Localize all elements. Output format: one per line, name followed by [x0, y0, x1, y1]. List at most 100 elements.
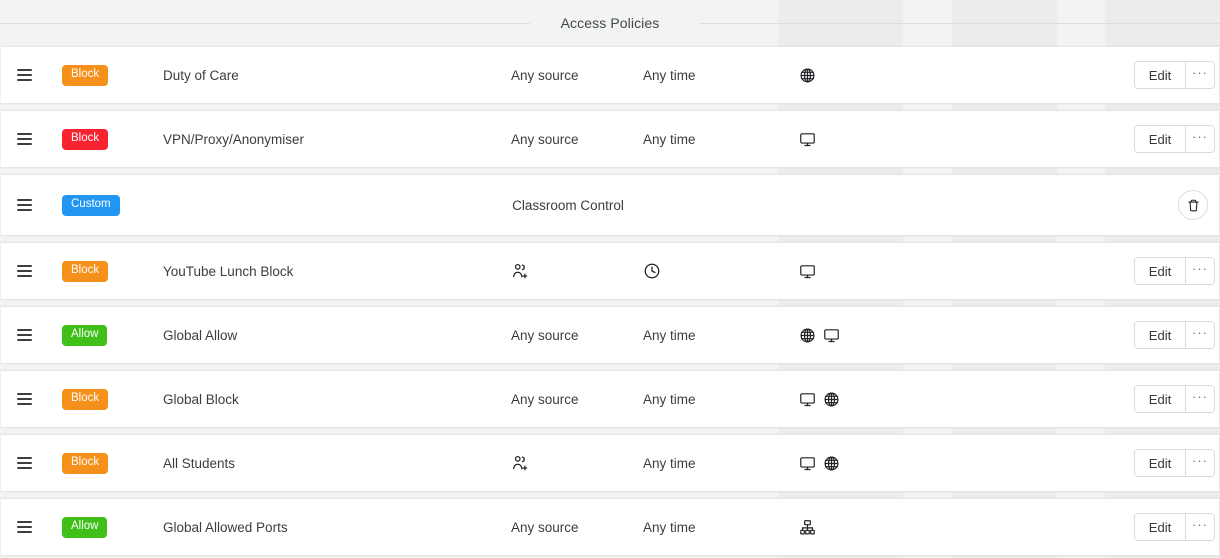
- policy-name-text: All Students: [163, 455, 236, 471]
- policy-time: Any time: [643, 68, 795, 83]
- policy-name: YouTube Lunch Block: [163, 264, 511, 279]
- policy-source: Any source: [511, 392, 643, 407]
- more-options-button[interactable]: ···: [1186, 258, 1214, 284]
- policy-targets: [795, 391, 1089, 408]
- policy-time: Any time: [643, 456, 795, 471]
- table-row[interactable]: Block Duty of Care Any source Any time Edit ·…: [1, 46, 1219, 104]
- status-badge: Allow: [62, 516, 108, 538]
- policy-targets: [795, 263, 1089, 280]
- policy-name: Global Allowed Ports: [163, 520, 511, 535]
- policy-source-text: Any source: [511, 67, 579, 83]
- drag-handle-cell[interactable]: [1, 393, 47, 405]
- policy-source-text: Any source: [511, 391, 579, 407]
- globe-icon: [823, 455, 840, 472]
- row-actions: Edit ···: [1089, 61, 1219, 89]
- policy-time: Any time: [643, 328, 795, 343]
- drag-handle-cell[interactable]: [1, 457, 47, 469]
- globe-icon: [823, 391, 840, 408]
- user-group-icon: [511, 454, 529, 472]
- more-options-button[interactable]: ···: [1186, 514, 1214, 540]
- row-actions: Edit ···: [1089, 449, 1219, 477]
- policy-name-text: Global Allowed Ports: [163, 519, 288, 535]
- section-header: Access Policies: [0, 0, 1220, 46]
- policy-name-text: VPN/Proxy/Anonymiser: [163, 131, 305, 147]
- table-row[interactable]: Custom Classroom Control: [1, 174, 1219, 236]
- delete-button[interactable]: [1178, 190, 1208, 220]
- more-options-button[interactable]: ···: [1186, 62, 1214, 88]
- table-row[interactable]: Allow Global Allow Any source Any time Edit ·…: [1, 306, 1219, 364]
- policy-name: Classroom Control: [163, 198, 1089, 213]
- policy-targets: [795, 455, 1089, 472]
- status-badge: Custom: [62, 194, 120, 216]
- drag-handle-icon[interactable]: [16, 521, 32, 533]
- edit-button[interactable]: Edit: [1135, 450, 1186, 476]
- policy-name: VPN/Proxy/Anonymiser: [163, 132, 511, 147]
- more-options-button[interactable]: ···: [1186, 386, 1214, 412]
- policy-action-cell: Block: [47, 388, 163, 410]
- drag-handle-icon[interactable]: [16, 265, 32, 277]
- more-options-button[interactable]: ···: [1186, 126, 1214, 152]
- more-options-button[interactable]: ···: [1186, 322, 1214, 348]
- policy-time: Any time: [643, 520, 795, 535]
- policy-action-cell: Block: [47, 452, 163, 474]
- globe-icon: [799, 67, 816, 84]
- more-options-button[interactable]: ···: [1186, 450, 1214, 476]
- policy-targets: [795, 131, 1089, 148]
- policy-action-cell: Block: [47, 128, 163, 150]
- row-actions: Edit ···: [1089, 257, 1219, 285]
- table-row[interactable]: Block YouTube Lunch Block Edit ···: [1, 242, 1219, 300]
- drag-handle-cell[interactable]: [1, 69, 47, 81]
- drag-handle-cell[interactable]: [1, 133, 47, 145]
- drag-handle-icon[interactable]: [16, 329, 32, 341]
- page-title: Access Policies: [546, 15, 674, 31]
- policy-source: [511, 454, 643, 472]
- edit-button[interactable]: Edit: [1135, 62, 1186, 88]
- table-row[interactable]: Allow Global Allowed Ports Any source Any t…: [1, 498, 1219, 556]
- policy-name-text: YouTube Lunch Block: [163, 263, 294, 279]
- edit-button-group: Edit ···: [1134, 125, 1215, 153]
- drag-handle-icon[interactable]: [16, 199, 32, 211]
- policy-action-cell: Block: [47, 260, 163, 282]
- policy-action-cell: Allow: [47, 324, 163, 346]
- policy-time-text: Any time: [643, 67, 696, 83]
- monitor-icon: [823, 327, 840, 344]
- policy-action-cell: Allow: [47, 516, 163, 538]
- policy-name: Global Allow: [163, 328, 511, 343]
- table-row[interactable]: Block All Students Any time Edit ···: [1, 434, 1219, 492]
- policy-name-text: Duty of Care: [163, 67, 239, 83]
- edit-button[interactable]: Edit: [1135, 322, 1186, 348]
- drag-handle-cell[interactable]: [1, 265, 47, 277]
- policy-time-text: Any time: [643, 519, 696, 535]
- table-row[interactable]: Block VPN/Proxy/Anonymiser Any source Any t…: [1, 110, 1219, 168]
- monitor-icon: [799, 131, 816, 148]
- policy-source-text: Any source: [511, 327, 579, 343]
- status-badge: Block: [62, 128, 109, 150]
- edit-button[interactable]: Edit: [1135, 514, 1186, 540]
- edit-button[interactable]: Edit: [1135, 386, 1186, 412]
- user-group-icon: [511, 262, 529, 280]
- drag-handle-icon[interactable]: [16, 457, 32, 469]
- divider-line-left: [0, 23, 530, 24]
- edit-button[interactable]: Edit: [1135, 258, 1186, 284]
- drag-handle-cell[interactable]: [1, 521, 47, 533]
- drag-handle-icon[interactable]: [16, 393, 32, 405]
- policy-name-text: Global Allow: [163, 327, 238, 343]
- clock-icon: [643, 262, 661, 280]
- policy-source-text: Any source: [511, 131, 579, 147]
- policy-source: Any source: [511, 68, 643, 83]
- policy-source-text: Any source: [511, 519, 579, 535]
- drag-handle-cell[interactable]: [1, 329, 47, 341]
- policy-time-text: Any time: [643, 131, 696, 147]
- policy-source: Any source: [511, 328, 643, 343]
- policy-targets: [795, 327, 1089, 344]
- status-badge: Block: [62, 452, 109, 474]
- status-badge: Block: [62, 64, 109, 86]
- drag-handle-cell[interactable]: [1, 199, 47, 211]
- edit-button[interactable]: Edit: [1135, 126, 1186, 152]
- drag-handle-icon[interactable]: [16, 69, 32, 81]
- policy-action-cell: Block: [47, 64, 163, 86]
- monitor-icon: [799, 455, 816, 472]
- table-row[interactable]: Block Global Block Any source Any time Edit ·…: [1, 370, 1219, 428]
- divider-line-right: [700, 23, 1220, 24]
- drag-handle-icon[interactable]: [16, 133, 32, 145]
